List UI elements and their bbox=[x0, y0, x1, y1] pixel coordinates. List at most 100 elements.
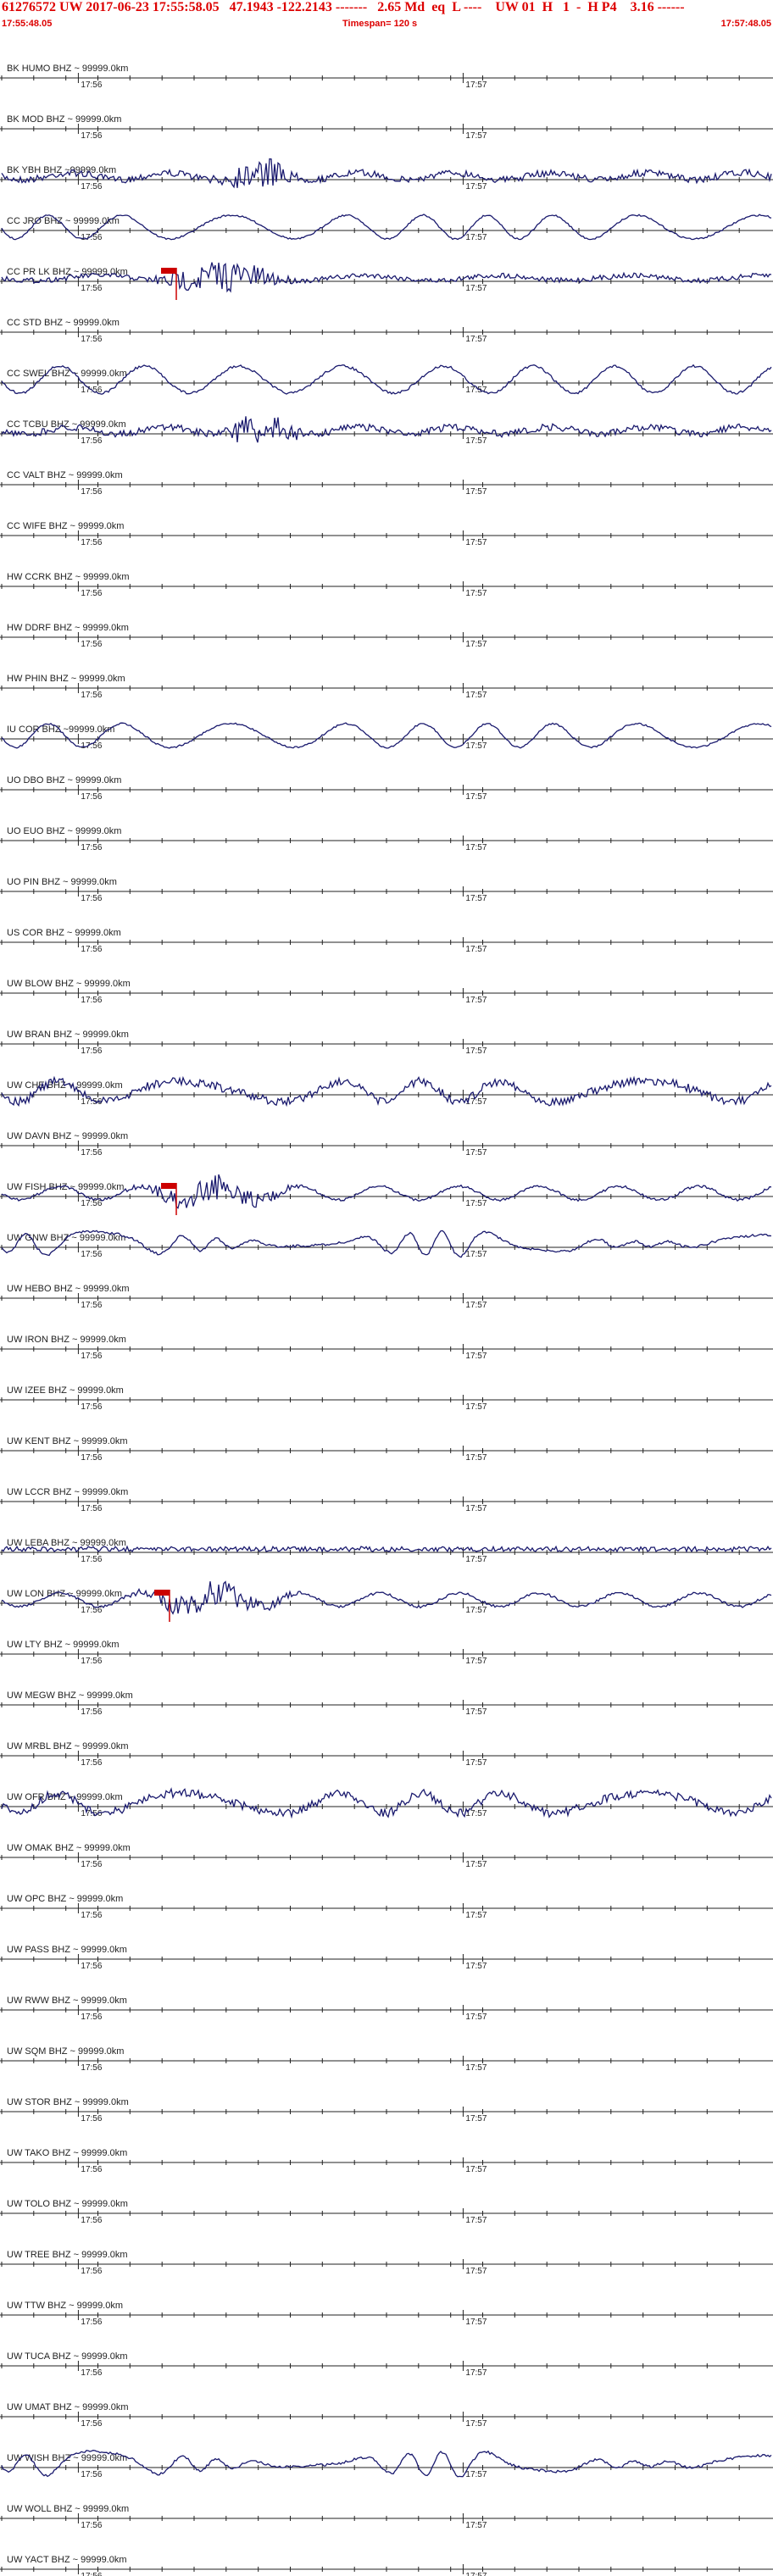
channel-label: UO EUO BHZ ~ 99999.0km bbox=[7, 826, 121, 836]
minute-label: 17:56 bbox=[81, 2368, 102, 2378]
minute-label: 17:56 bbox=[81, 1148, 102, 1158]
waveform-trace bbox=[1, 722, 772, 749]
minute-label: 17:57 bbox=[465, 2572, 487, 2576]
minute-label: 17:56 bbox=[81, 1555, 102, 1564]
minute-label: 17:57 bbox=[465, 182, 487, 192]
minute-label: 17:57 bbox=[465, 2419, 487, 2429]
minute-label: 17:56 bbox=[81, 945, 102, 954]
minute-label: 17:56 bbox=[81, 2063, 102, 2073]
minute-label: 17:56 bbox=[81, 2165, 102, 2174]
channel-label: UW UMAT BHZ ~ 99999.0km bbox=[7, 2402, 129, 2412]
channel-label: UW OMAK BHZ ~ 99999.0km bbox=[7, 1843, 131, 1853]
channel-label: BK MOD BHZ ~ 99999.0km bbox=[7, 114, 121, 125]
minute-label: 17:57 bbox=[465, 1707, 487, 1717]
minute-label: 17:56 bbox=[81, 894, 102, 903]
pick-flag bbox=[161, 268, 176, 274]
channel-label: UW PASS BHZ ~ 99999.0km bbox=[7, 1945, 127, 1955]
channel-label: UW YACT BHZ ~ 99999.0km bbox=[7, 2555, 127, 2565]
minute-label: 17:57 bbox=[465, 2318, 487, 2327]
channel-label: UW WOLL BHZ ~ 99999.0km bbox=[7, 2504, 129, 2514]
minute-label: 17:57 bbox=[465, 1046, 487, 1056]
channel-label: BK HUMO BHZ ~ 99999.0km bbox=[7, 64, 128, 74]
channel-label: CC SWEL BHZ ~ 99999.0km bbox=[7, 369, 127, 379]
channel-label: HW PHIN BHZ ~ 99999.0km bbox=[7, 674, 125, 684]
minute-label: 17:56 bbox=[81, 1809, 102, 1818]
channel-label: UW LEBA BHZ ~ 99999.0km bbox=[7, 1538, 126, 1548]
minute-label: 17:56 bbox=[81, 1707, 102, 1717]
minute-label: 17:57 bbox=[465, 1555, 487, 1564]
minute-label: 17:56 bbox=[81, 792, 102, 802]
minute-label: 17:57 bbox=[465, 1250, 487, 1259]
channel-label: UW IRON BHZ ~ 99999.0km bbox=[7, 1335, 126, 1345]
minute-label: 17:57 bbox=[465, 487, 487, 497]
minute-label: 17:57 bbox=[465, 2114, 487, 2124]
minute-label: 17:57 bbox=[465, 691, 487, 700]
channel-label: CC STD BHZ ~ 99999.0km bbox=[7, 318, 120, 328]
minute-label: 17:57 bbox=[465, 2368, 487, 2378]
channel-label: UW FISH BHZ ~ 99999.0km bbox=[7, 1182, 124, 1192]
minute-label: 17:57 bbox=[465, 843, 487, 852]
minute-label: 17:57 bbox=[465, 1758, 487, 1768]
minute-label: 17:57 bbox=[465, 335, 487, 344]
minute-label: 17:56 bbox=[81, 2267, 102, 2276]
minute-label: 17:56 bbox=[81, 640, 102, 649]
minute-label: 17:56 bbox=[81, 1250, 102, 1259]
channel-label: UW LCCR BHZ ~ 99999.0km bbox=[7, 1487, 128, 1497]
minute-label: 17:56 bbox=[81, 436, 102, 446]
minute-label: 17:57 bbox=[465, 131, 487, 141]
channel-label: UW IZEE BHZ ~ 99999.0km bbox=[7, 1385, 124, 1396]
minute-label: 17:56 bbox=[81, 1911, 102, 1920]
minute-label: 17:57 bbox=[465, 2165, 487, 2174]
minute-label: 17:56 bbox=[81, 2572, 102, 2576]
channel-label: UW BLOW BHZ ~ 99999.0km bbox=[7, 979, 131, 989]
minute-label: 17:57 bbox=[465, 1148, 487, 1158]
channel-label: UW LTY BHZ ~ 99999.0km bbox=[7, 1640, 120, 1650]
pick-flag bbox=[161, 1183, 176, 1189]
pick-flag bbox=[154, 1590, 170, 1596]
minute-label: 17:56 bbox=[81, 691, 102, 700]
channel-label: US COR BHZ ~ 99999.0km bbox=[7, 928, 121, 938]
channel-label: CC WIFE BHZ ~ 99999.0km bbox=[7, 521, 124, 531]
minute-label: 17:56 bbox=[81, 284, 102, 293]
channel-label: CC VALT BHZ ~ 99999.0km bbox=[7, 470, 123, 480]
channel-label: UW TUCA BHZ ~ 99999.0km bbox=[7, 2351, 128, 2362]
minute-label: 17:57 bbox=[465, 589, 487, 598]
minute-label: 17:56 bbox=[81, 2318, 102, 2327]
minute-label: 17:57 bbox=[465, 233, 487, 242]
minute-label: 17:56 bbox=[81, 741, 102, 751]
channel-label: UO PIN BHZ ~ 99999.0km bbox=[7, 877, 117, 887]
minute-label: 17:56 bbox=[81, 1504, 102, 1513]
minute-label: 17:56 bbox=[81, 2419, 102, 2429]
minute-label: 17:57 bbox=[465, 1352, 487, 1361]
channel-label: HW DDRF BHZ ~ 99999.0km bbox=[7, 623, 129, 633]
minute-label: 17:56 bbox=[81, 487, 102, 497]
minute-label: 17:57 bbox=[465, 1962, 487, 1971]
minute-label: 17:57 bbox=[465, 1402, 487, 1412]
minute-label: 17:57 bbox=[465, 640, 487, 649]
minute-label: 17:56 bbox=[81, 1860, 102, 1869]
minute-label: 17:56 bbox=[81, 1352, 102, 1361]
minute-label: 17:56 bbox=[81, 1046, 102, 1056]
minute-label: 17:56 bbox=[81, 589, 102, 598]
minute-label: 17:57 bbox=[465, 1860, 487, 1869]
minute-label: 17:57 bbox=[465, 2267, 487, 2276]
minute-label: 17:57 bbox=[465, 1199, 487, 1208]
minute-label: 17:57 bbox=[465, 436, 487, 446]
seismogram-plot: BK HUMO BHZ ~ 99999.0km 17:56 17:57 BK MOD … bbox=[0, 64, 773, 2576]
minute-label: 17:56 bbox=[81, 2470, 102, 2479]
minute-label: 17:56 bbox=[81, 182, 102, 192]
channel-label: UW DAVN BHZ ~ 99999.0km bbox=[7, 1131, 128, 1141]
minute-label: 17:57 bbox=[465, 1606, 487, 1615]
channel-label: UW RWW BHZ ~ 99999.0km bbox=[7, 1996, 127, 2006]
minute-label: 17:56 bbox=[81, 2521, 102, 2530]
channel-label: UW STOR BHZ ~ 99999.0km bbox=[7, 2097, 129, 2107]
minute-label: 17:56 bbox=[81, 131, 102, 141]
channel-label: IU COR BHZ ~99999.0km bbox=[7, 724, 114, 735]
waveform-trace bbox=[1, 158, 772, 189]
minute-label: 17:57 bbox=[465, 2063, 487, 2073]
channel-label: UO DBO BHZ ~ 99999.0km bbox=[7, 775, 121, 786]
minute-label: 17:56 bbox=[81, 1199, 102, 1208]
channel-label: UW HEBO BHZ ~ 99999.0km bbox=[7, 1284, 130, 1294]
minute-label: 17:56 bbox=[81, 2012, 102, 2022]
minute-label: 17:57 bbox=[465, 2470, 487, 2479]
